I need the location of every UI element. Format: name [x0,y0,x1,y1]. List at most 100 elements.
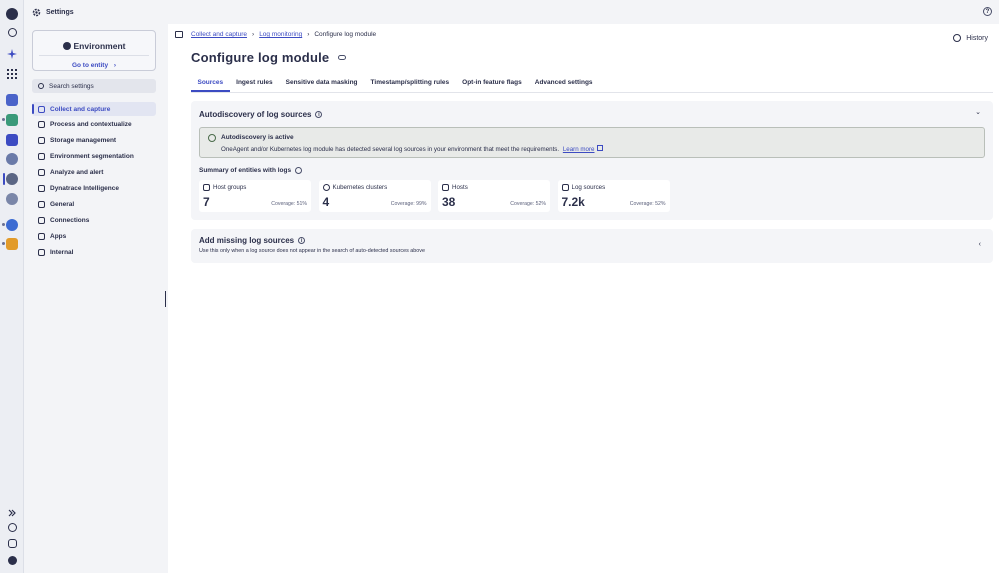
search-settings-input[interactable]: Search settings [32,79,156,93]
collect-icon [38,105,45,113]
info-icon[interactable]: i [315,111,323,118]
app-icon-8[interactable] [6,238,18,250]
tile-value: 4 [322,195,330,209]
cloud-icon [338,55,347,60]
tab-ingest-rules[interactable]: Ingest rules [230,74,279,92]
connections-icon [38,216,45,224]
environment-title: Environment [33,41,155,51]
nav-item-environment-segmentation[interactable]: Environment segmentation [32,150,156,164]
rail-indicator-dot [2,223,5,226]
add-missing-sources-card: Add missing log sources i ‹ Use this only… [191,229,993,263]
nav-item-storage-management[interactable]: Storage management [32,134,156,148]
chevron-left-icon[interactable]: ‹ [979,241,981,248]
add-missing-title: Add missing log sources i [199,236,306,245]
autodiscovery-status-banner: Autodiscovery is active OneAgent and/or … [199,127,985,158]
summary-tiles: Host groups 7 Coverage: 51% Kubernetes c… [199,180,677,212]
app-icon-1[interactable] [6,94,18,106]
dynatrace-logo-icon[interactable] [6,8,18,20]
banner-title: Autodiscovery is active [221,134,294,141]
external-link-icon [596,145,603,151]
nav-item-apps[interactable]: Apps [32,229,156,243]
app-icon-2[interactable] [6,114,18,126]
nav-item-process-and-contextualize[interactable]: Process and contextualize [32,118,156,132]
nav-item-analyze-and-alert[interactable]: Analyze and alert [32,166,156,180]
nav-item-internal[interactable]: Internal [32,245,156,259]
learn-more-link[interactable]: Learn more [563,146,595,153]
settings-gear-icon[interactable] [6,173,18,185]
tab-timestamp-splitting-rules[interactable]: Timestamp/splitting rules [364,74,456,92]
host-group-icon [203,184,210,191]
sparkle-icon[interactable] [6,48,18,60]
page-title: Configure log module [191,50,347,65]
info-icon[interactable]: i [298,237,306,244]
tab-sources[interactable]: Sources [191,74,230,92]
tile-coverage: Coverage: 99% [390,201,427,207]
user-icon[interactable] [8,523,17,532]
rail-indicator-dot [2,118,5,121]
nav-item-dynatrace-intelligence[interactable]: Dynatrace Intelligence [32,181,156,195]
tab-sensitive-data-masking[interactable]: Sensitive data masking [279,74,364,92]
top-bar: Settings [24,0,999,24]
resize-handle[interactable] [165,291,166,307]
tab-advanced-settings[interactable]: Advanced settings [528,74,599,92]
tile-value: 7 [203,195,210,209]
tile-value: 7.2k [561,195,585,209]
rail-indicator-dot [2,242,5,245]
apps-grid-icon[interactable] [6,68,18,80]
app-icon-3[interactable] [6,134,18,146]
app-icon-6[interactable] [6,193,18,205]
chevron-right-icon: › [113,62,117,69]
apps-icon [38,232,45,240]
info-icon[interactable] [295,167,303,174]
nav-item-general[interactable]: General [32,197,156,211]
divider [39,55,149,56]
notifications-icon[interactable] [8,539,17,548]
expand-icon[interactable] [6,507,18,519]
search-icon[interactable] [8,28,17,37]
check-circle-icon [208,134,216,142]
app-rail [0,0,24,573]
chevron-down-icon[interactable]: ⌄ [975,108,981,116]
history-button[interactable]: History [953,34,988,42]
kubernetes-icon [322,184,330,191]
general-icon [38,200,45,208]
segmentation-icon [38,153,45,161]
intelligence-icon [38,184,45,192]
tab-opt-in-feature-flags[interactable]: Opt-in feature flags [456,74,529,92]
breadcrumb-collect-and-capture[interactable]: Collect and capture [191,31,247,38]
tile-hosts: Hosts 38 Coverage: 52% [438,180,550,212]
hosts-icon [442,184,449,191]
app-title: Settings [46,8,74,16]
nav-item-collect-and-capture[interactable]: Collect and capture [32,102,156,116]
go-to-entity-link[interactable]: Go to entity › [33,62,155,69]
chevron-right-icon: › [252,31,255,38]
breadcrumb: Collect and capture › Log monitoring › C… [175,31,376,38]
tile-log-sources: Log sources 7.2k Coverage: 52% [557,180,670,212]
process-icon [38,121,45,129]
settings-nav: Collect and capture Process and contextu… [32,102,156,261]
breadcrumb-log-monitoring[interactable]: Log monitoring [259,31,302,38]
banner-text: OneAgent and/or Kubernetes log module ha… [221,145,603,153]
history-icon [953,34,962,42]
tile-kubernetes-clusters: Kubernetes clusters 4 Coverage: 99% [318,180,431,212]
autodiscovery-card: Autodiscovery of log sources i ⌄ Autodisc… [191,101,993,220]
nav-item-connections[interactable]: Connections [32,213,156,227]
analyze-icon [38,169,45,177]
app-icon-4[interactable] [6,153,18,165]
settings-sidebar: Environment Go to entity › Search settin… [24,24,168,573]
tab-bar: Sources Ingest rules Sensitive data mask… [191,74,993,93]
gear-icon [32,8,41,16]
help-icon[interactable]: ? [983,7,992,16]
tile-value: 38 [442,195,456,209]
tile-coverage: Coverage: 51% [271,201,307,207]
sidebar-toggle-icon[interactable] [175,31,183,38]
main-panel: Collect and capture › Log monitoring › C… [168,24,999,573]
autodiscovery-title: Autodiscovery of log sources i [199,110,323,119]
help-circle-icon[interactable] [8,556,17,565]
chevron-right-icon: › [307,31,310,38]
tile-coverage: Coverage: 52% [510,201,546,207]
app-icon-7[interactable] [6,219,18,231]
globe-icon [62,42,71,50]
breadcrumb-current: Configure log module [314,31,377,38]
storage-icon [38,137,45,145]
